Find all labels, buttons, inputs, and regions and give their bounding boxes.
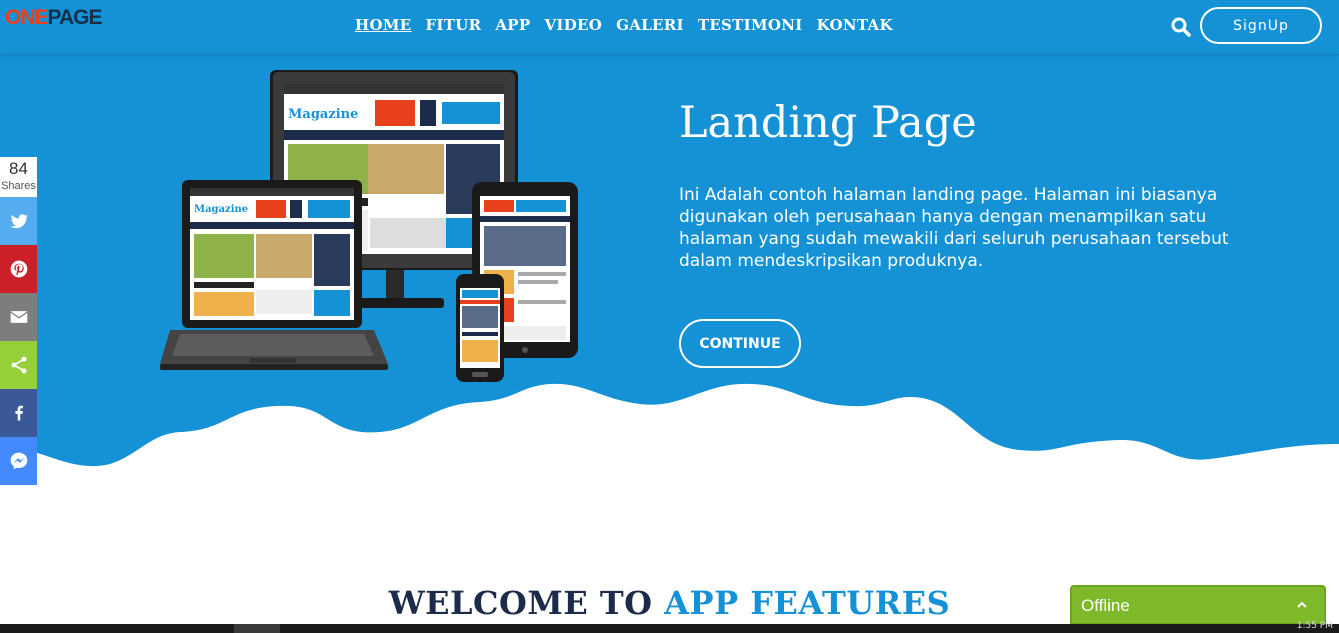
os-taskbar: 1:55 PM [0,621,1339,633]
logo-part-one: ONE [5,6,49,29]
chevron-up-icon [1297,601,1307,608]
social-share-bar: 84 Shares [0,157,37,485]
taskbar-app-item[interactable] [234,624,280,633]
chat-widget[interactable]: Offline [1070,585,1326,625]
messenger-share-button[interactable] [0,437,37,485]
logo-part-two: PAGE [47,6,103,29]
nav-kontak[interactable]: KONTAK [817,16,893,34]
welcome-heading-part1: WELCOME TO [388,584,665,622]
facebook-icon [14,405,23,421]
nav-home[interactable]: HOME [355,16,411,34]
share-count-label: Shares [1,180,36,192]
chat-status-label: Offline [1081,596,1130,615]
envelope-icon [9,311,28,323]
site-logo[interactable]: ONEPAGE [5,6,103,30]
pinterest-icon [10,260,27,278]
nav-galeri[interactable]: GALERI [616,16,684,34]
email-share-button[interactable] [0,293,37,341]
hero-section: Magazine Magazine Landing Page Ini Adala… [0,54,1339,494]
twitter-icon [10,214,28,229]
messenger-icon [10,452,27,470]
welcome-heading-part2: APP FEATURES [664,584,951,622]
nav-fitur[interactable]: FITUR [425,16,481,34]
nav-app[interactable]: APP [495,16,530,34]
sharethis-share-button[interactable] [0,341,37,389]
taskbar-clock: 1:55 PM [1296,621,1333,631]
top-navbar: ONEPAGE HOME FITUR APP VIDEO GALERI TEST… [0,0,1339,54]
facebook-share-button[interactable] [0,389,37,437]
main-nav: HOME FITUR APP VIDEO GALERI TESTIMONI KO… [355,16,907,34]
pinterest-share-button[interactable] [0,245,37,293]
share-icon [11,356,26,374]
nav-video[interactable]: VIDEO [544,16,602,34]
share-counter: 84 Shares [0,157,37,197]
nav-testimoni[interactable]: TESTIMONI [698,16,803,34]
signup-button[interactable]: SignUp [1200,7,1322,44]
twitter-share-button[interactable] [0,197,37,245]
search-icon[interactable] [1171,17,1191,37]
share-count-number: 84 [9,159,28,178]
wave-divider [0,383,1339,494]
